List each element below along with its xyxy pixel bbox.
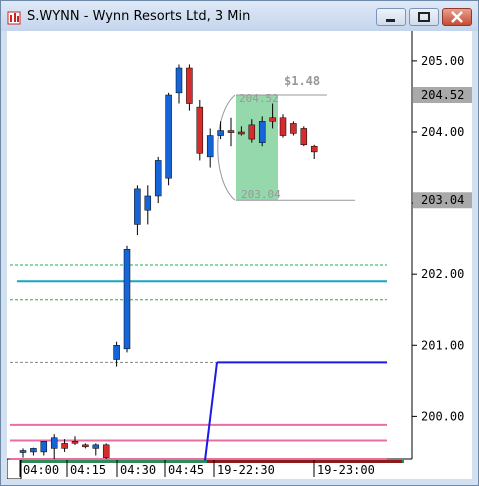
- close-icon: [451, 11, 463, 23]
- time-tick-label: 04:45: [168, 463, 204, 477]
- measure-bottom-label: 203.04: [241, 188, 281, 201]
- measure-top-label: 204.52: [239, 92, 279, 105]
- time-tick-label: 19-22:30: [217, 463, 275, 477]
- candle-body: [123, 249, 131, 350]
- title-bar[interactable]: S.WYNN - Wynn Resorts Ltd, 3 Min: [1, 1, 478, 31]
- minimize-icon: [386, 19, 395, 22]
- candle-body: [175, 67, 183, 94]
- measure-box[interactable]: [236, 95, 278, 201]
- scroll-corner[interactable]: [6, 458, 22, 480]
- candle-body: [269, 117, 276, 122]
- price-highlight-label: 204.52: [421, 88, 464, 102]
- restore-button[interactable]: [409, 8, 439, 26]
- candle-body: [102, 444, 110, 458]
- candle-body: [92, 444, 100, 449]
- price-tick-label: 205.00: [421, 54, 464, 68]
- candle-body: [300, 128, 308, 146]
- candle-body: [71, 441, 79, 444]
- price-tick-label: 200.00: [421, 409, 464, 423]
- candle-body: [290, 123, 297, 134]
- candle-body: [310, 145, 318, 153]
- candle-body: [113, 345, 120, 360]
- candle-body: [144, 195, 152, 211]
- minimize-button[interactable]: [376, 8, 406, 26]
- time-tick-label: 19-23:00: [317, 463, 375, 477]
- price-axis[interactable]: 205.00204.00203.00202.00201.00200.00204.…: [412, 54, 472, 424]
- candle-body: [217, 130, 224, 136]
- candle-body: [238, 131, 245, 135]
- app-icon: [7, 10, 21, 25]
- time-tick-label: 04:30: [120, 463, 156, 477]
- candle-body: [227, 130, 235, 133]
- candle-body: [258, 121, 266, 143]
- candle-body: [186, 67, 193, 104]
- candle-body: [40, 441, 48, 453]
- candle-body: [30, 448, 37, 453]
- time-tick-label: 04:00: [23, 463, 59, 477]
- candle-body: [165, 94, 172, 179]
- price-tick-label: 201.00: [421, 338, 464, 352]
- candle-body: [248, 124, 256, 140]
- candle-body: [19, 450, 27, 453]
- chart-area[interactable]: 205.00204.00203.00202.00201.00200.00204.…: [6, 31, 472, 480]
- time-tick-label: 04:15: [70, 463, 106, 477]
- window-title: S.WYNN - Wynn Resorts Ltd, 3 Min: [27, 9, 251, 24]
- price-tick-label: 204.00: [421, 125, 464, 139]
- chart-window: S.WYNN - Wynn Resorts Ltd, 3 Min 205.00 2…: [0, 0, 479, 486]
- candle-body: [196, 106, 204, 154]
- price-tick-label: 202.00: [421, 267, 464, 281]
- close-button[interactable]: [442, 8, 472, 26]
- candle-body: [134, 188, 141, 225]
- candle-body: [82, 444, 89, 448]
- candle-body: [50, 437, 58, 449]
- restore-icon: [418, 12, 430, 22]
- candle-body: [154, 160, 162, 197]
- candle-body: [279, 117, 287, 136]
- candle-body: [61, 443, 68, 449]
- price-highlight-label: 203.04: [421, 193, 464, 207]
- candle-body: [206, 135, 214, 158]
- measure-delta-label: $1.48: [284, 74, 320, 88]
